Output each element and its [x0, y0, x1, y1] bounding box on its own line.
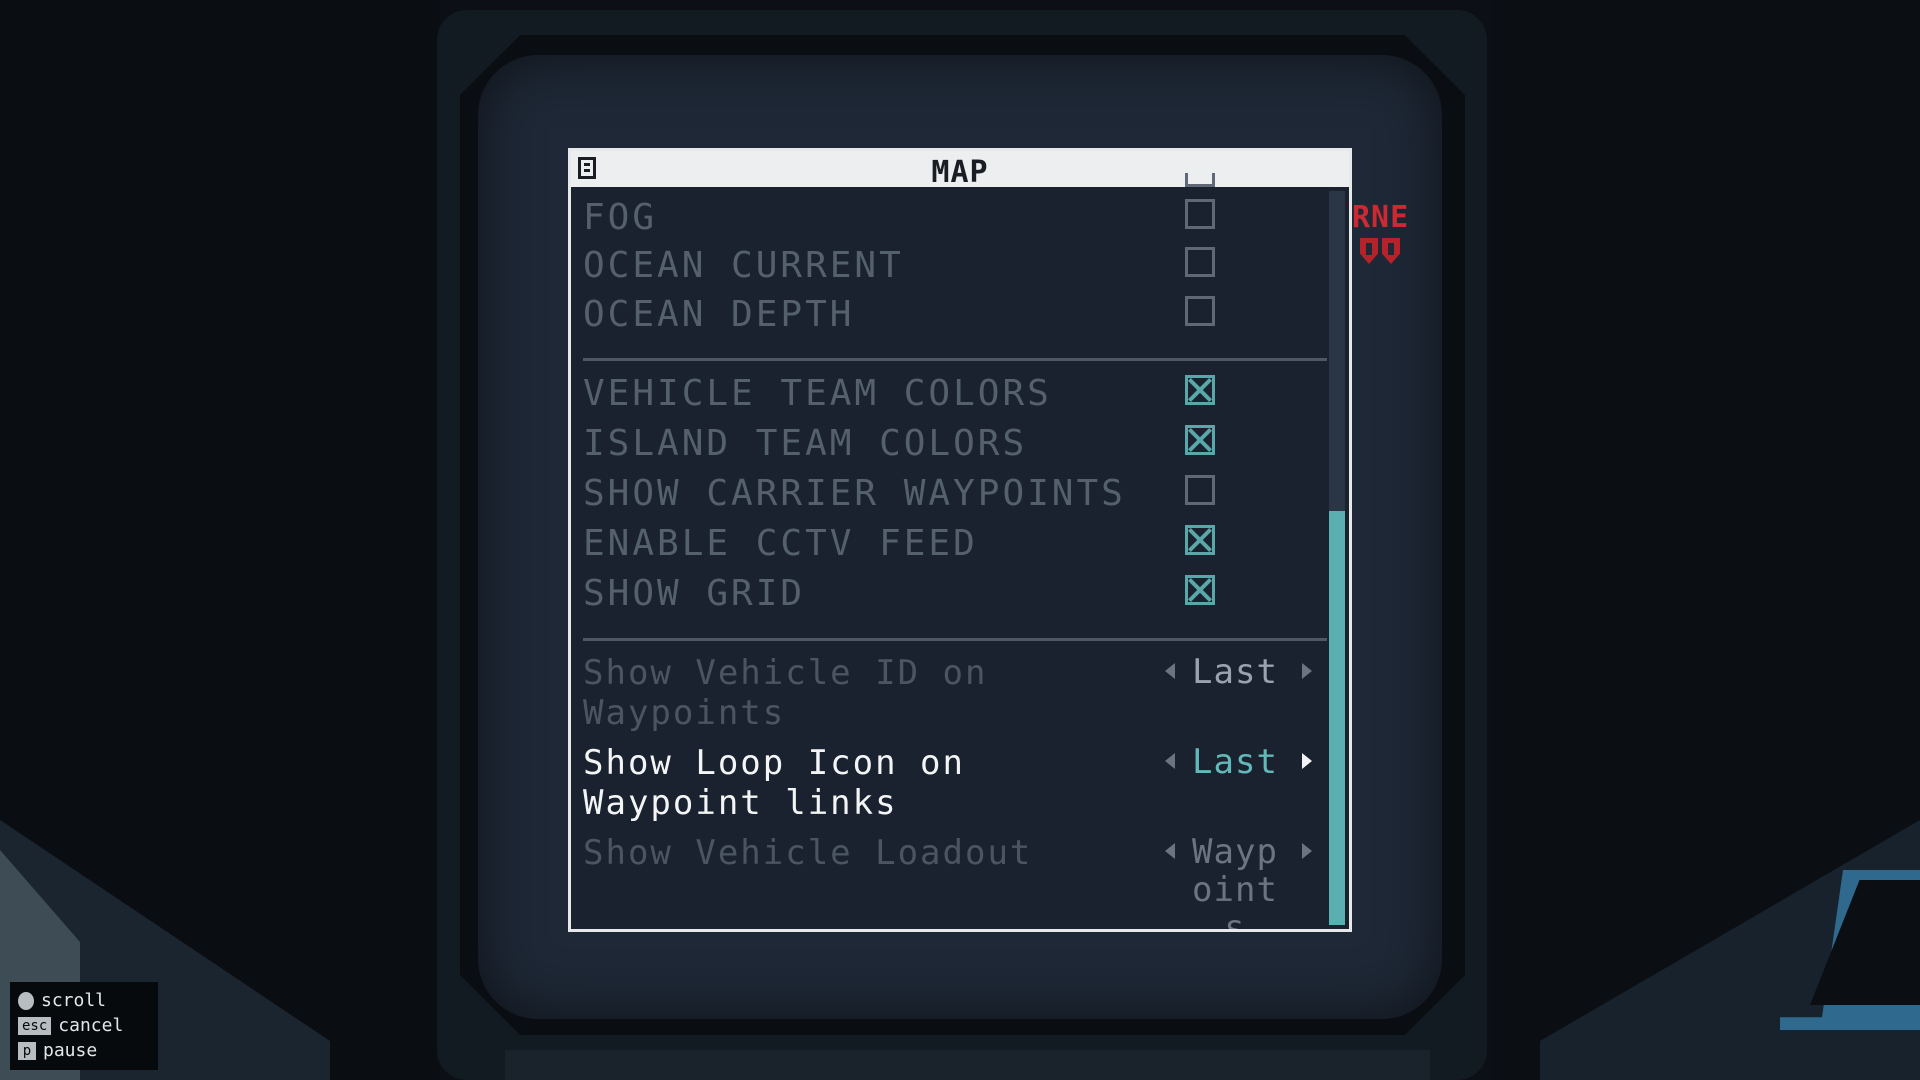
setting-row-ocean-depth[interactable]: OCEAN DEPTH	[571, 292, 1327, 335]
key-esc: esc	[18, 1016, 52, 1035]
option-label: Show Vehicle ID on Waypoints	[583, 653, 988, 733]
monitor-base	[505, 1050, 1430, 1080]
setting-label: VEHICLE TEAM COLORS	[583, 373, 1052, 414]
window-titlebar: MAP	[571, 151, 1349, 190]
shield-icon	[1360, 238, 1378, 264]
checkbox-show-grid[interactable]	[1185, 575, 1215, 605]
legend-row-cancel: esc cancel	[18, 1013, 150, 1038]
setting-row-vehicle-team-colors[interactable]: VEHICLE TEAM COLORS	[571, 371, 1327, 414]
checkbox-ocean-current[interactable]	[1185, 247, 1215, 277]
option-row-vehicle-loadout[interactable]: Show Vehicle Loadout Waypoints	[571, 833, 1327, 929]
setting-label: OCEAN DEPTH	[583, 294, 855, 335]
setting-row-show-carrier-waypoints[interactable]: SHOW CARRIER WAYPOINTS	[571, 471, 1327, 514]
setting-row-show-grid[interactable]: SHOW GRID	[571, 571, 1327, 614]
setting-label: OCEAN CURRENT	[583, 245, 904, 286]
section-divider	[583, 358, 1327, 361]
setting-label: SHOW GRID	[583, 573, 806, 614]
shield-icon	[1382, 238, 1400, 264]
setting-row-ocean-current[interactable]: OCEAN CURRENT	[571, 243, 1327, 286]
map-settings-window: MAP FOG OCEAN CURRENT OCEAN DEPTH VEHICL…	[568, 148, 1352, 932]
legend-row-scroll: scroll	[18, 988, 150, 1013]
controls-legend: scroll esc cancel p pause	[10, 982, 158, 1070]
key-p: p	[18, 1041, 36, 1060]
option-row-loop-icon[interactable]: Show Loop Icon on Waypoint links Last	[571, 743, 1327, 827]
option-value: Waypoints	[1192, 832, 1278, 932]
arrow-left-icon[interactable]	[1165, 663, 1175, 679]
option-label: Show Vehicle Loadout	[583, 833, 1033, 873]
arrow-right-icon[interactable]	[1302, 753, 1312, 769]
arrow-left-icon[interactable]	[1165, 753, 1175, 769]
option-row-vehicle-id[interactable]: Show Vehicle ID on Waypoints Last	[571, 653, 1327, 737]
setting-row-enable-cctv-feed[interactable]: ENABLE CCTV FEED	[571, 521, 1327, 564]
setting-label: FOG	[583, 197, 658, 238]
section-divider	[583, 638, 1327, 641]
setting-label: SHOW CARRIER WAYPOINTS	[583, 473, 1126, 514]
partial-checkbox[interactable]	[1185, 173, 1215, 187]
legend-action: pause	[43, 1040, 98, 1061]
option-value: Last	[1192, 652, 1278, 692]
option-value: Last	[1192, 742, 1278, 782]
arrow-right-icon[interactable]	[1302, 843, 1312, 859]
arrow-left-icon[interactable]	[1165, 843, 1175, 859]
legend-row-pause: p pause	[18, 1038, 150, 1063]
setting-row-fog[interactable]: FOG	[571, 195, 1327, 238]
setting-row-island-team-colors[interactable]: ISLAND TEAM COLORS	[571, 421, 1327, 464]
arrow-right-icon[interactable]	[1302, 663, 1312, 679]
option-label: Show Loop Icon on Waypoint links	[583, 743, 965, 823]
game-scene: RNE MAP FOG OCEAN CURRENT OCEAN DEPTH VE…	[0, 0, 1920, 1080]
checkbox-fog[interactable]	[1185, 199, 1215, 229]
hud-shield-icons	[1360, 238, 1400, 264]
checkbox-show-carrier-waypoints[interactable]	[1185, 475, 1215, 505]
checkbox-island-team-colors[interactable]	[1185, 425, 1215, 455]
scrollbar-thumb[interactable]	[1329, 511, 1345, 925]
settings-list: FOG OCEAN CURRENT OCEAN DEPTH VEHICLE TE…	[571, 173, 1327, 929]
window-title: MAP	[931, 155, 989, 190]
legend-action: cancel	[58, 1015, 124, 1036]
setting-label: ISLAND TEAM COLORS	[583, 423, 1028, 464]
checkbox-ocean-depth[interactable]	[1185, 296, 1215, 326]
mouse-icon	[18, 991, 34, 1010]
checkbox-enable-cctv-feed[interactable]	[1185, 525, 1215, 555]
legend-action: scroll	[41, 990, 107, 1011]
checkbox-vehicle-team-colors[interactable]	[1185, 375, 1215, 405]
hud-team-label: RNE	[1352, 200, 1410, 235]
setting-label: ENABLE CCTV FEED	[583, 523, 978, 564]
